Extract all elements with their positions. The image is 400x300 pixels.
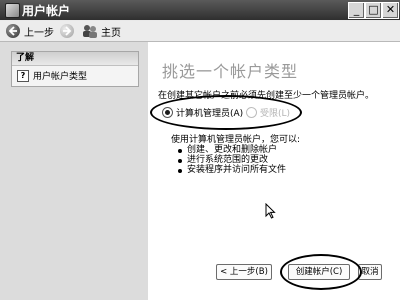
user-accounts-window: 用户帐户 _ □ ✕ 上一步 主页 了解 ? 用户帐户类型 挑选一个帐户类型 在… bbox=[0, 0, 400, 300]
forward-arrow-icon bbox=[60, 24, 74, 38]
users-home-icon bbox=[82, 24, 98, 38]
back-arrow-icon bbox=[6, 24, 20, 38]
annotation-ellipse-options bbox=[150, 95, 302, 130]
close-button[interactable]: ✕ bbox=[382, 2, 399, 19]
back-nav-label: 上一步 bbox=[24, 27, 54, 39]
admin-description: 使用计算机管理员帐户，您可以: 创建、更改和删除帐户 进行系统范围的更改 安装程… bbox=[171, 135, 300, 175]
sidebar-item-account-types[interactable]: ? 用户帐户类型 bbox=[17, 69, 87, 82]
maximize-button[interactable]: □ bbox=[365, 2, 382, 19]
back-button[interactable]: < 上一步(B) bbox=[216, 264, 272, 280]
mouse-pointer-icon bbox=[265, 202, 276, 223]
task-pane: 了解 ? 用户帐户类型 bbox=[0, 42, 148, 300]
help-icon: ? bbox=[17, 69, 29, 82]
window-title: 用户帐户 bbox=[22, 4, 71, 18]
home-nav-label: 主页 bbox=[101, 27, 121, 39]
description-item: 创建、更改和删除帐户 bbox=[177, 145, 300, 155]
learn-about-box: 了解 ? 用户帐户类型 bbox=[11, 51, 139, 87]
main-content: 挑选一个帐户类型 在创建其它帐户之前必须先创建至少一个管理员帐户。 计算机管理员… bbox=[148, 42, 400, 300]
annotation-ellipse-create bbox=[280, 254, 362, 290]
learn-about-header: 了解 bbox=[12, 52, 138, 66]
description-item: 安装程序并访问所有文件 bbox=[177, 165, 300, 175]
home-nav-button[interactable]: 主页 bbox=[82, 23, 121, 39]
navigation-bar: 上一步 主页 bbox=[0, 21, 400, 42]
sidebar-item-label: 用户帐户类型 bbox=[33, 72, 88, 82]
page-title: 挑选一个帐户类型 bbox=[162, 62, 299, 81]
title-bar[interactable]: 用户帐户 _ □ ✕ bbox=[0, 0, 400, 20]
minimize-button[interactable]: _ bbox=[348, 2, 365, 19]
description-title: 使用计算机管理员帐户，您可以: bbox=[171, 135, 301, 145]
description-item: 进行系统范围的更改 bbox=[177, 155, 300, 165]
forward-nav-button[interactable] bbox=[60, 23, 74, 39]
user-accounts-app-icon bbox=[5, 3, 20, 18]
back-nav-button[interactable]: 上一步 bbox=[6, 23, 54, 39]
